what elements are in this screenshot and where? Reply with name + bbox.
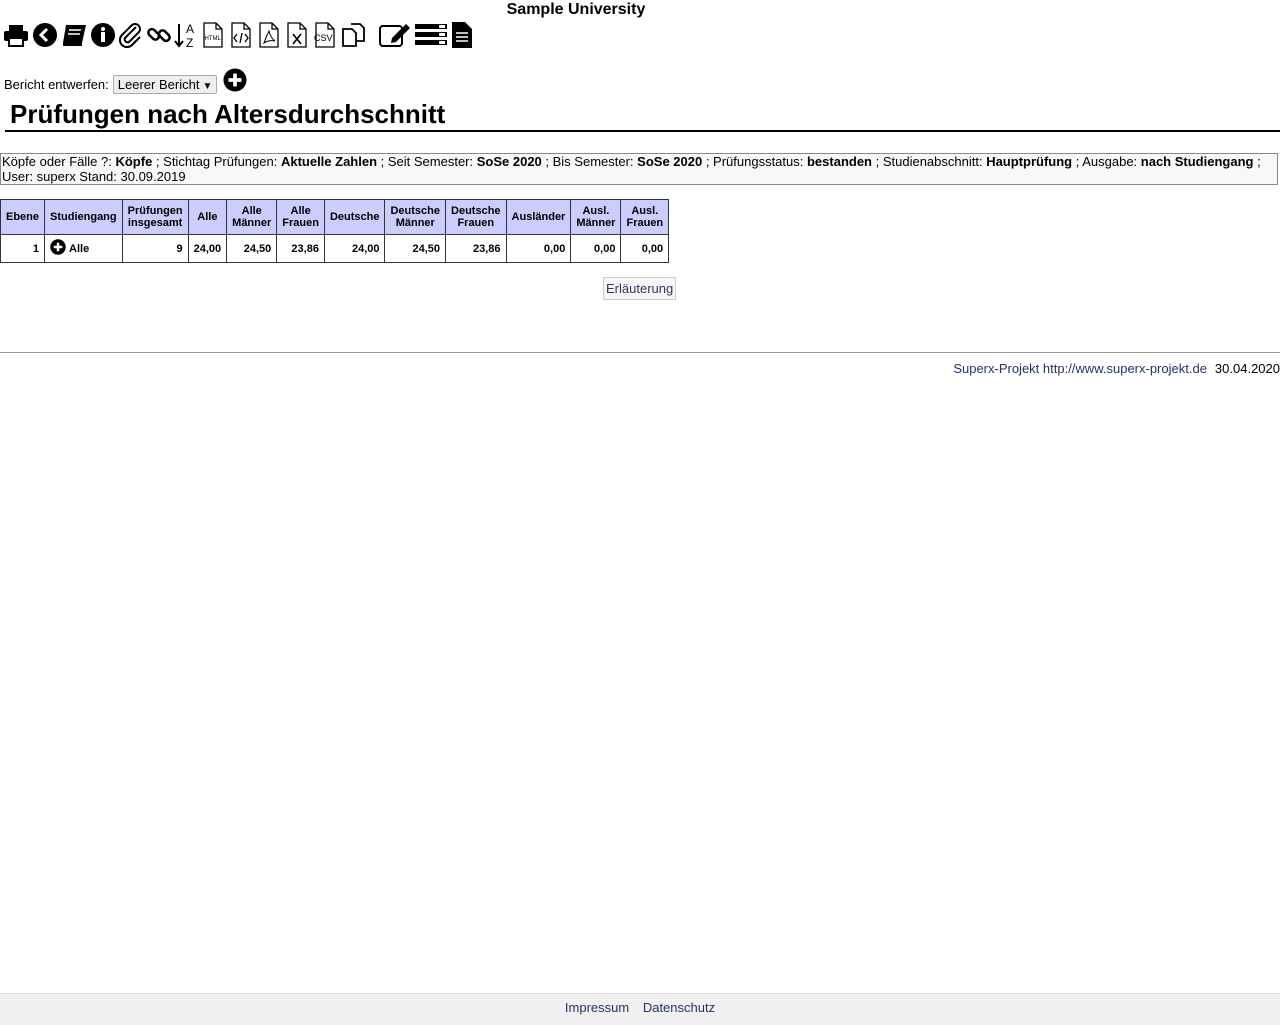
html-export-icon[interactable]: HTML xyxy=(200,20,226,50)
paperclip-icon[interactable] xyxy=(118,20,144,50)
book-icon[interactable] xyxy=(60,20,88,50)
cell-alle: 24,00 xyxy=(187,234,228,263)
report-template-select[interactable]: Leerer Bericht ▼ xyxy=(112,75,218,94)
param-value: SoSe 2020 xyxy=(637,154,703,169)
param-value: Aktuelle Zahlen xyxy=(280,154,378,169)
column-header[interactable]: Ausl. Männer xyxy=(570,199,622,235)
datenschutz-link[interactable]: Datenschutz xyxy=(643,1000,715,1015)
param-label: ; Bis Semester: xyxy=(541,154,638,169)
param-value: nach Studiengang xyxy=(1140,154,1254,169)
param-value: Hauptprüfung xyxy=(986,154,1073,169)
list-icon[interactable] xyxy=(414,20,448,50)
copy-icon[interactable] xyxy=(340,20,368,50)
csv-export-icon[interactable]: CSV xyxy=(312,20,338,50)
cell-pruefungen: 9 xyxy=(121,234,189,263)
column-header[interactable]: Studiengang xyxy=(44,199,123,235)
param-label: Köpfe oder Fälle ?: xyxy=(2,154,116,169)
results-table: Ebene Studiengang Prüfungen insgesamt Al… xyxy=(0,199,670,263)
cell-alle-frauen: 23,86 xyxy=(276,234,325,263)
param-value: bestanden xyxy=(806,154,872,169)
toolbar: AZ HTML CSV xyxy=(2,20,476,50)
cell-ebene: 1 xyxy=(0,234,46,263)
report-template-value: Leerer Bericht xyxy=(117,77,200,92)
footer: Impressum Datenschutz xyxy=(0,993,1280,1025)
svg-text:A: A xyxy=(186,22,194,36)
report-parameters: Köpfe oder Fälle ?: Köpfe ; Stichtag Prü… xyxy=(0,153,1278,185)
param-label: ; Studienabschnitt: xyxy=(872,154,987,169)
title-rule xyxy=(5,130,1280,132)
superx-credit: Superx-Projekt http://www.superx-projekt… xyxy=(953,361,1280,376)
svg-text:HTML: HTML xyxy=(205,36,222,42)
column-header[interactable]: Alle Frauen xyxy=(276,199,325,235)
table-header-row: Ebene Studiengang Prüfungen insgesamt Al… xyxy=(0,199,670,235)
cell-alle-maenner: 24,50 xyxy=(226,234,278,263)
info-icon[interactable] xyxy=(90,20,116,50)
param-label: ; Seit Semester: xyxy=(377,154,477,169)
cell-ausl-maenner: 0,00 xyxy=(570,234,622,263)
pdf-export-icon[interactable] xyxy=(256,20,282,50)
page-title: Prüfungen nach Altersdurchschnitt xyxy=(10,99,446,129)
cell-deutsche-frauen: 23,86 xyxy=(445,234,507,263)
impressum-link[interactable]: Impressum xyxy=(565,1000,629,1015)
param-label: ; Prüfungsstatus: xyxy=(702,154,807,169)
superx-link[interactable]: Superx-Projekt http://www.superx-projekt… xyxy=(953,361,1207,376)
svg-text:CSV: CSV xyxy=(314,33,333,43)
cell-ausl-frauen: 0,00 xyxy=(620,234,670,263)
column-header[interactable]: Ebene xyxy=(0,199,46,235)
excel-export-icon[interactable] xyxy=(284,20,310,50)
table-row: 1 Alle 9 24,00 24,50 23,86 24,00 24,50 2… xyxy=(0,234,670,263)
cell-deutsche-maenner: 24,50 xyxy=(384,234,447,263)
column-header[interactable]: Prüfungen insgesamt xyxy=(121,199,189,235)
divider xyxy=(0,352,1280,353)
param-label: ; Ausgabe: xyxy=(1072,154,1141,169)
cell-deutsche: 24,00 xyxy=(323,234,386,263)
document-icon[interactable] xyxy=(450,20,474,50)
code-export-icon[interactable] xyxy=(228,20,254,50)
studiengang-label: Alle xyxy=(69,242,90,255)
param-label: ; Stichtag Prüfungen: xyxy=(152,154,281,169)
column-header[interactable]: Alle Männer xyxy=(226,199,278,235)
report-designer: Bericht entwerfen: Leerer Bericht ▼ xyxy=(4,65,247,94)
column-header[interactable]: Ausl. Frauen xyxy=(620,199,670,235)
print-icon[interactable] xyxy=(2,20,30,50)
designer-label: Bericht entwerfen: xyxy=(4,77,109,92)
back-icon[interactable] xyxy=(32,20,58,50)
university-name: Sample University xyxy=(506,1,646,18)
column-header[interactable]: Deutsche Frauen xyxy=(445,199,507,235)
report-date: 30.04.2020 xyxy=(1214,361,1280,376)
chevron-down-icon: ▼ xyxy=(202,81,213,92)
param-value: Köpfe xyxy=(115,154,153,169)
param-value: SoSe 2020 xyxy=(476,154,542,169)
expand-plus-icon[interactable] xyxy=(50,238,66,255)
explanation-button[interactable]: Erläuterung xyxy=(603,277,677,300)
svg-text:Z: Z xyxy=(186,36,193,49)
cell-studiengang: Alle xyxy=(44,234,123,263)
column-header[interactable]: Deutsche xyxy=(323,199,386,235)
edit-icon[interactable] xyxy=(378,20,412,50)
add-report-icon[interactable] xyxy=(223,67,247,92)
column-header[interactable]: Deutsche Männer xyxy=(384,199,447,235)
sort-az-icon[interactable]: AZ xyxy=(174,20,198,50)
column-header[interactable]: Alle xyxy=(187,199,228,235)
column-header[interactable]: Ausländer xyxy=(505,199,572,235)
link-icon[interactable] xyxy=(146,20,172,50)
cell-auslaender: 0,00 xyxy=(505,234,572,263)
